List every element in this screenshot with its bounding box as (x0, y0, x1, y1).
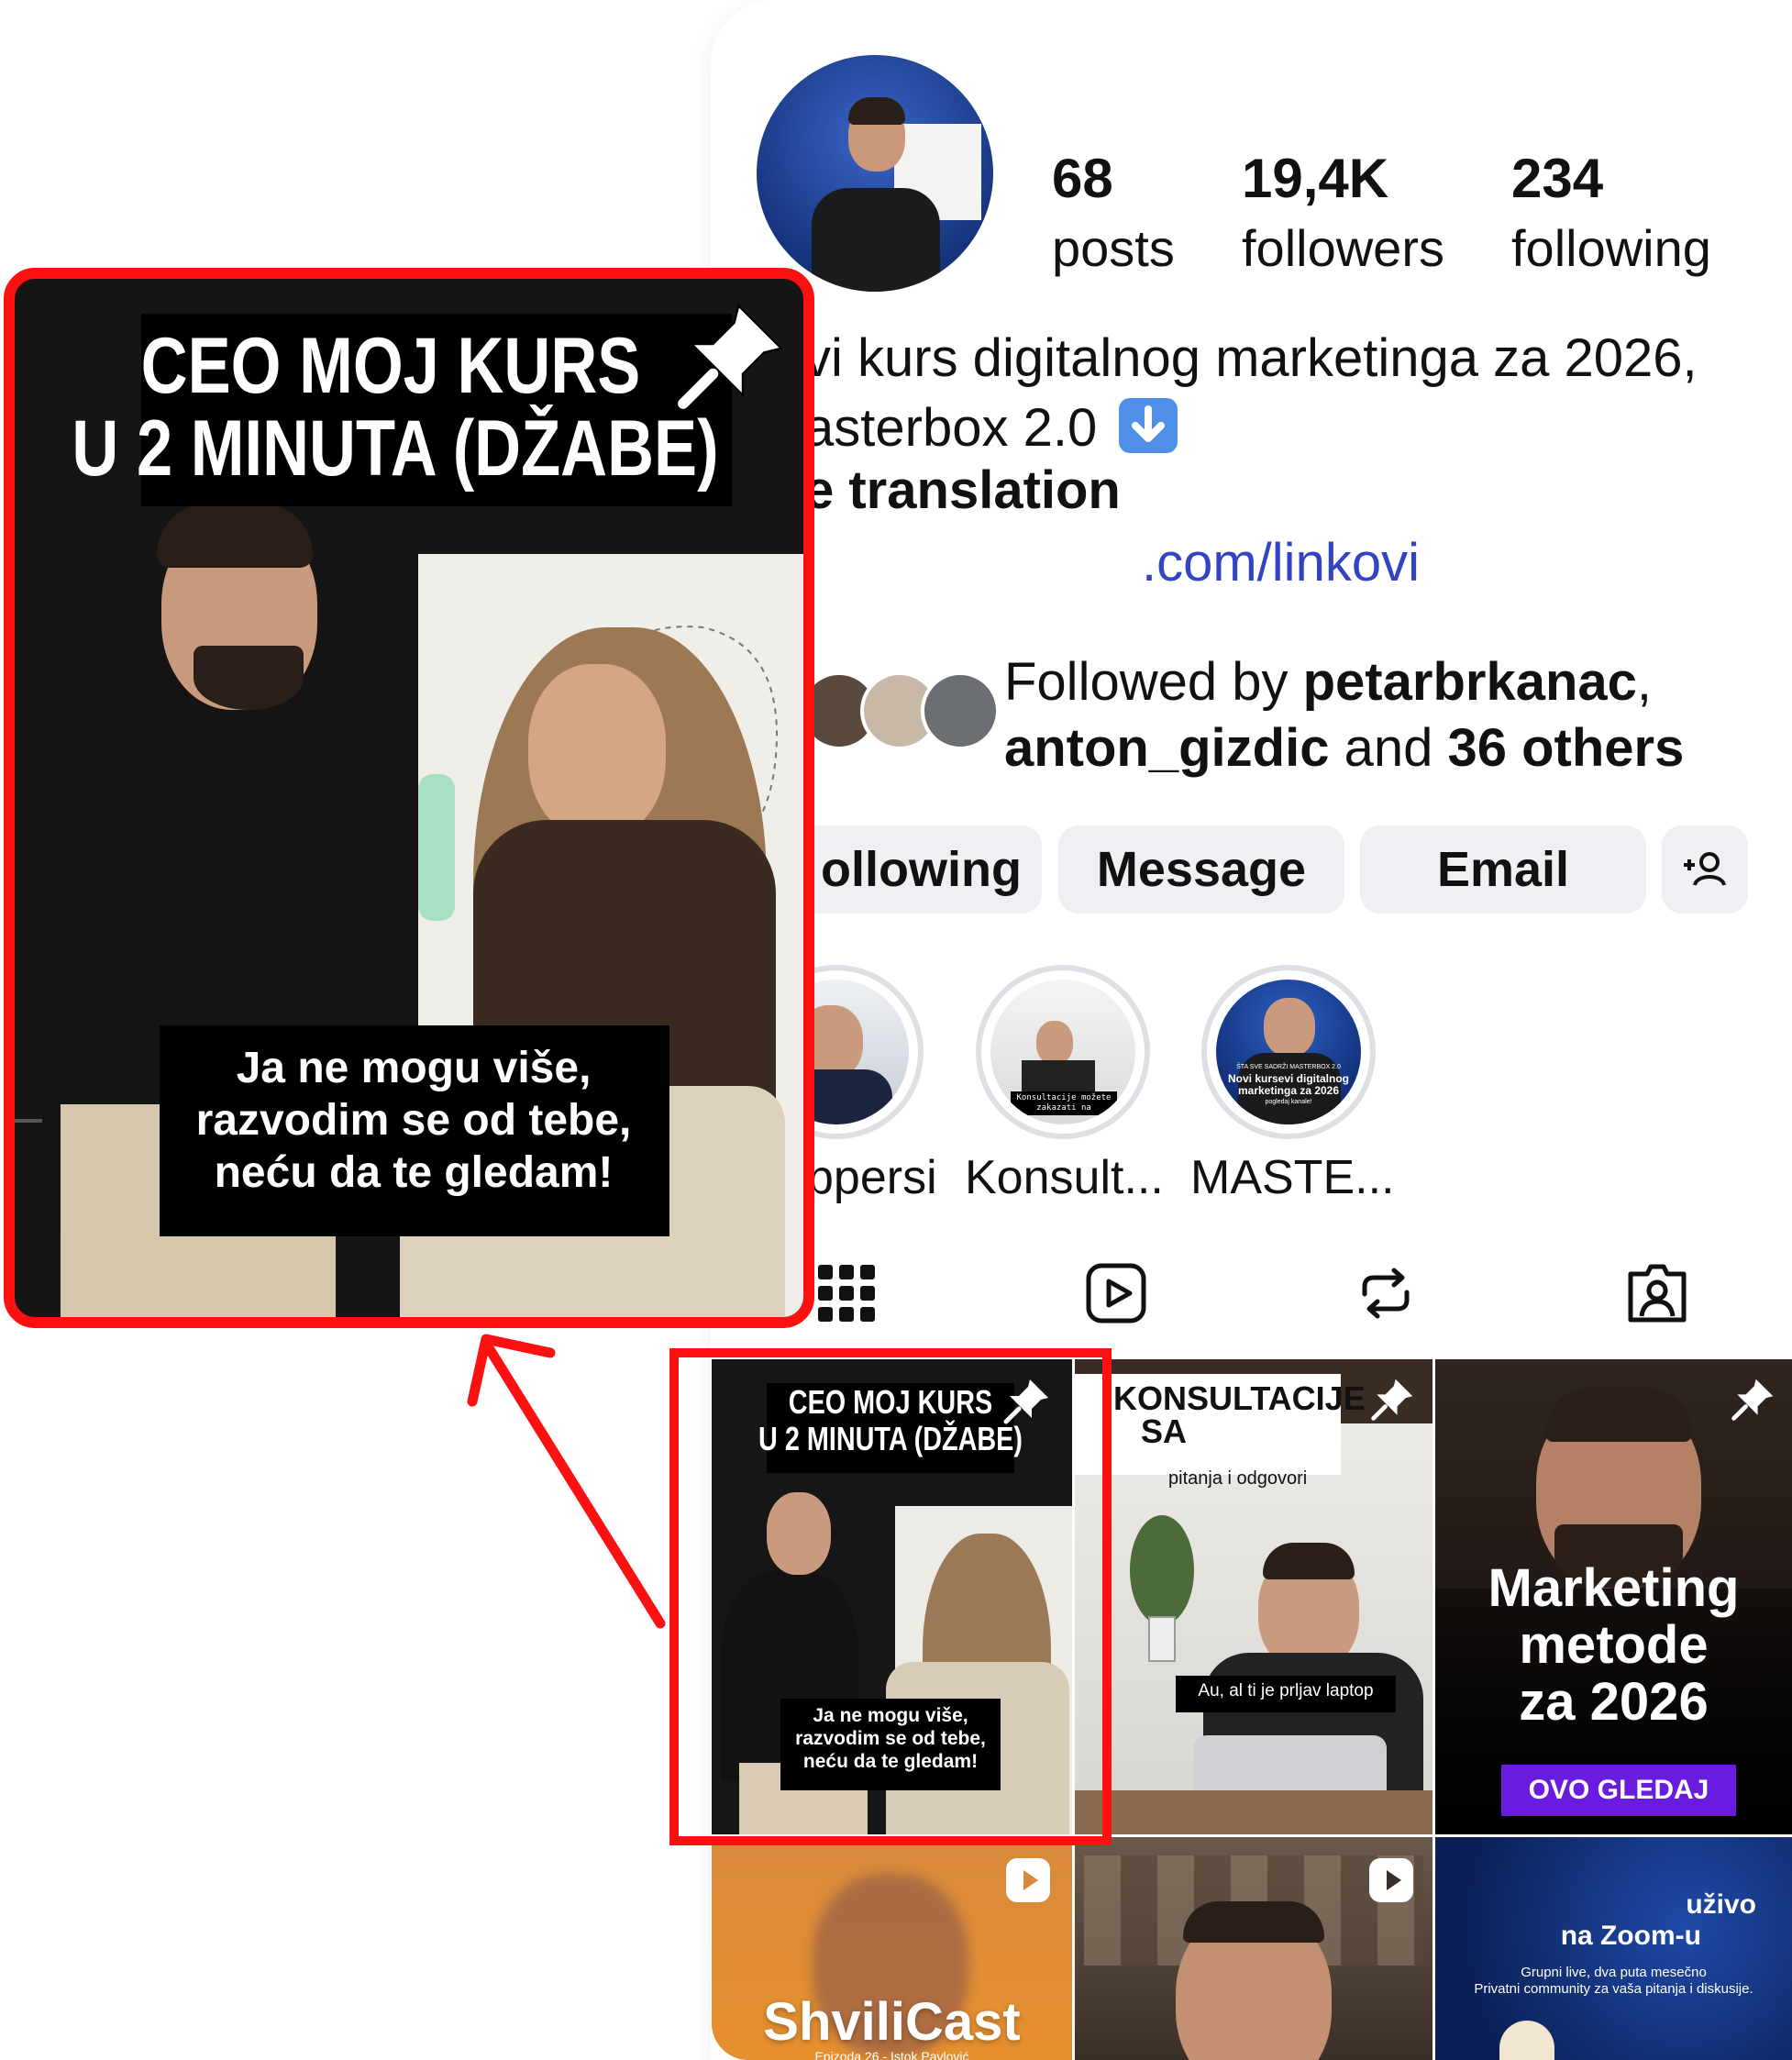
post-tile-5[interactable] (1075, 1837, 1432, 2060)
bio-line-2: asterbox 2.0 (804, 398, 1178, 455)
pin-icon (1731, 1379, 1774, 1421)
highlight-2-caption: Konsultacije možete zakazati na (1011, 1091, 1117, 1115)
post-2-title-2: SA (1141, 1412, 1188, 1450)
highlight-3[interactable]: ŠTA SVE SADRŽI MASTERBOX 2.0 Novi kursev… (1201, 965, 1376, 1139)
bio-line-2-text: asterbox 2.0 (804, 398, 1098, 458)
highlight-1-label[interactable]: ppersi (807, 1154, 937, 1202)
highlight-3-title-2: marketinga za 2026 (1237, 1084, 1340, 1097)
post-6-sub-2: Privatni community za vaša pitanja i dis… (1474, 1981, 1753, 1997)
profile-link[interactable]: .com/linkovi (1142, 537, 1420, 590)
callout-title-2: U 2 MINUTA (DŽABE) (72, 404, 719, 493)
down-arrow-icon (1119, 398, 1178, 453)
add-person-icon (1684, 852, 1726, 886)
callout-sub-1: Ja ne mogu više, (236, 1044, 592, 1092)
post-3-watch-label: OVO GLEDAJ (1528, 1775, 1709, 1805)
post-6-sub-1: Grupni live, dva puta mesečno (1521, 1965, 1707, 1980)
posts-count[interactable]: 68 (1052, 151, 1113, 206)
see-translation-link[interactable]: e translation (804, 464, 1121, 517)
posts-label[interactable]: posts (1052, 223, 1175, 274)
post-2-caption: Au, al ti je prljav laptop (1198, 1681, 1374, 1700)
callout-sub-3: neću da te gledam! (214, 1148, 614, 1197)
tagged-icon[interactable] (1625, 1261, 1689, 1325)
highlight-box-small (669, 1348, 1112, 1845)
email-button[interactable]: Email (1360, 825, 1646, 914)
post-4-title: ShviliCast (763, 1992, 1021, 2052)
post-2-sub: pitanja i odgovori (1168, 1468, 1308, 1489)
post-3-title-1: Marketing (1488, 1558, 1740, 1618)
post-tile-3[interactable]: Marketing metode za 2026 OVO GLEDAJ (1435, 1359, 1792, 1834)
follower-avatar-3 (921, 671, 1000, 750)
suggest-people-button[interactable] (1662, 825, 1748, 914)
highlight-2[interactable]: Konsultacije možete zakazati na (976, 965, 1150, 1139)
grid-icon[interactable] (814, 1261, 879, 1325)
callout-title-1: CEO MOJ KURS (140, 322, 641, 410)
pin-icon (678, 304, 783, 409)
post-2-title-1: KONSULTACIJE (1113, 1379, 1366, 1417)
highlight-3-label[interactable]: MASTE... (1190, 1154, 1394, 1202)
post-tile-2[interactable]: KONSULTACIJE SA pitanja i odgovori Au, a… (1075, 1359, 1432, 1834)
reel-icon (1369, 1858, 1413, 1902)
post-tile-4[interactable]: ShviliCast Epizoda 26 - Istok Pavlović (712, 1837, 1072, 2060)
followers-count[interactable]: 19,4K (1242, 151, 1388, 206)
following-count[interactable]: 234 (1511, 151, 1603, 206)
callout-sub-2: razvodim se od tebe, (195, 1096, 632, 1145)
post-3-title-2: metode (1519, 1615, 1709, 1675)
following-button[interactable]: ollowing (798, 825, 1042, 914)
post-tile-6[interactable]: uživo na Zoom-u Grupni live, dva puta me… (1435, 1837, 1792, 2060)
highlight-3-kicker: ŠTA SVE SADRŽI MASTERBOX 2.0 (1236, 1064, 1341, 1070)
profile-avatar[interactable] (757, 55, 993, 292)
message-button[interactable]: Message (1058, 825, 1344, 914)
highlight-3-cta: pogledaj kanale! (1265, 1099, 1312, 1105)
post-3-title-3: za 2026 (1519, 1672, 1709, 1732)
reels-icon[interactable] (1084, 1261, 1148, 1325)
following-label[interactable]: following (1511, 223, 1711, 274)
followers-label[interactable]: followers (1242, 223, 1444, 274)
post-4-sub: Epizoda 26 - Istok Pavlović (814, 2049, 969, 2060)
zoomed-post-callout: CEO MOJ KURS U 2 MINUTA (DŽABE) Ja ne mo… (4, 268, 814, 1328)
bio-line-1: vi kurs digitalnog marketinga za 2026, (804, 328, 1698, 388)
followed-by-text[interactable]: Followed by petarbrkanac, anton_gizdic a… (1004, 649, 1684, 781)
highlight-2-label[interactable]: Konsult... (965, 1154, 1164, 1202)
reel-icon (1006, 1858, 1050, 1902)
post-3-watch-button: OVO GLEDAJ (1501, 1765, 1736, 1816)
pin-icon (1371, 1379, 1413, 1421)
repost-icon[interactable] (1354, 1261, 1418, 1325)
post-6-title-1: uživo (1686, 1889, 1756, 1920)
post-6-title-2: na Zoom-u (1560, 1921, 1701, 1951)
